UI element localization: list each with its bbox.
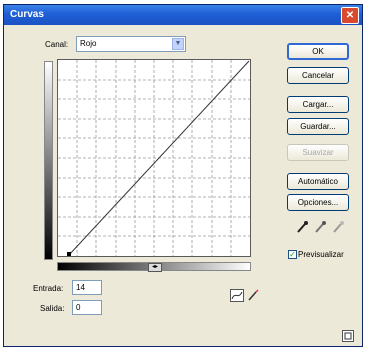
save-button[interactable]: Guardar... bbox=[287, 118, 349, 135]
input-label: Entrada: bbox=[33, 284, 64, 293]
close-button[interactable]: ✕ bbox=[341, 7, 359, 24]
output-field[interactable]: 0 bbox=[72, 300, 102, 315]
channel-select[interactable]: Rojo ▼ bbox=[76, 36, 186, 52]
curve-graph[interactable] bbox=[57, 59, 251, 257]
title-bar[interactable]: Curvas ✕ bbox=[4, 5, 362, 25]
gradient-toggle-icon[interactable]: ◂▸ bbox=[148, 263, 162, 272]
eyedropper-white-icon[interactable] bbox=[332, 220, 344, 234]
auto-button[interactable]: Automático bbox=[287, 173, 349, 190]
curve-tool-icon[interactable] bbox=[230, 289, 244, 302]
channel-label: Canal: bbox=[45, 40, 69, 49]
ok-button[interactable]: OK bbox=[287, 43, 349, 60]
input-field[interactable]: 14 bbox=[72, 280, 102, 295]
curve-point[interactable] bbox=[67, 252, 71, 256]
expand-icon[interactable] bbox=[342, 330, 354, 342]
window-title: Curvas bbox=[10, 9, 44, 20]
chevron-down-icon[interactable]: ▼ bbox=[172, 38, 184, 50]
smooth-button[interactable]: Suavizar bbox=[287, 144, 349, 161]
channel-value: Rojo bbox=[80, 39, 97, 48]
load-button[interactable]: Cargar... bbox=[287, 96, 349, 113]
options-button[interactable]: Opciones... bbox=[287, 194, 349, 211]
eyedropper-gray-icon[interactable] bbox=[314, 220, 326, 234]
pencil-icon[interactable] bbox=[246, 289, 260, 302]
cancel-button[interactable]: Cancelar bbox=[287, 67, 349, 84]
curve-canvas[interactable] bbox=[58, 60, 250, 256]
eyedropper-black-icon[interactable] bbox=[296, 220, 308, 234]
curve-grid bbox=[58, 60, 250, 256]
preview-label: Previsualizar bbox=[298, 250, 344, 259]
output-label: Salida: bbox=[40, 304, 65, 313]
preview-checkbox[interactable]: ✓ bbox=[288, 250, 297, 259]
output-gradient-bar bbox=[44, 61, 53, 260]
